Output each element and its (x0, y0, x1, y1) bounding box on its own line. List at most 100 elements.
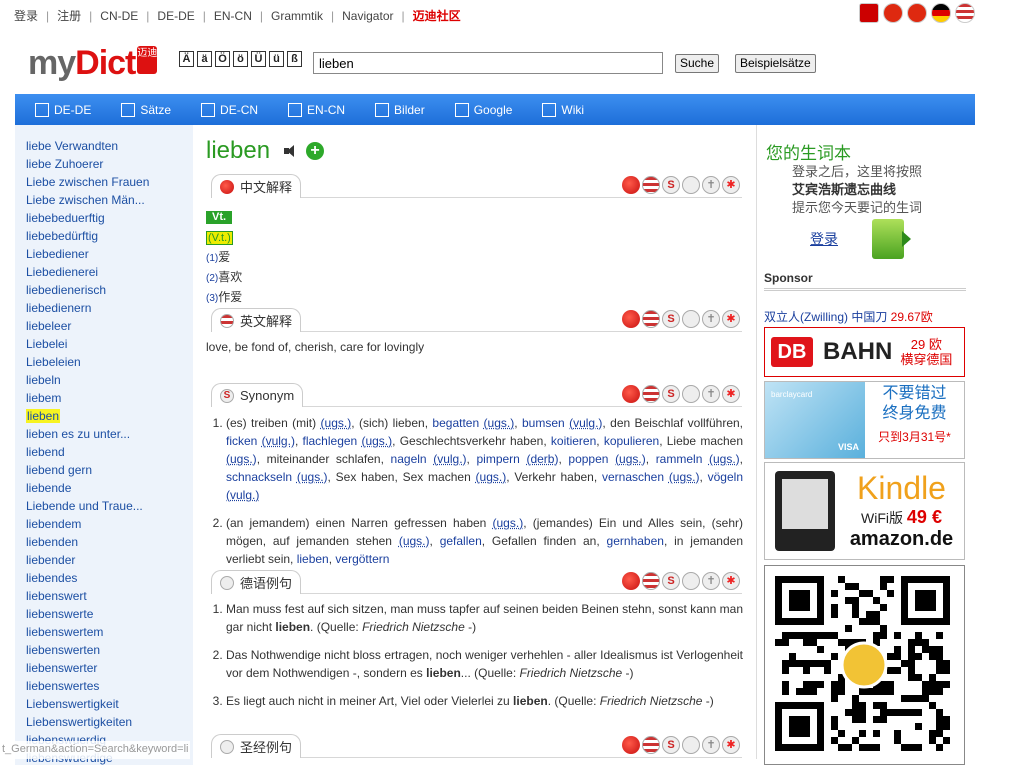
synonym-icon[interactable]: S (662, 310, 680, 328)
sidebar-word-link[interactable]: liebedienerisch (26, 281, 193, 299)
umlaut-button[interactable]: ö (233, 51, 248, 67)
synonym-link[interactable]: kopulieren (604, 434, 659, 448)
bible-icon[interactable]: ✝ (702, 385, 720, 403)
nav-item-bilder[interactable]: Bilder (375, 102, 425, 117)
synonym-link[interactable]: vergöttern (335, 552, 389, 566)
synonym-link[interactable]: gefallen (440, 534, 482, 548)
nav-item-en-cn[interactable]: EN-CN (288, 102, 345, 117)
usage-label-link[interactable]: (derb) (526, 452, 558, 466)
chinese-flag-icon[interactable] (622, 572, 640, 590)
top-nav-link[interactable]: DE-DE (157, 9, 194, 23)
synonym-link[interactable]: ficken (226, 434, 257, 448)
site-logo[interactable]: my Dict 迈迪 (28, 40, 158, 80)
star-icon[interactable]: ✱ (722, 385, 740, 403)
speaker-icon[interactable] (284, 144, 296, 158)
sidebar-word-link[interactable]: Liebediener (26, 245, 193, 263)
sidebar-word-link[interactable]: Liebende und Traue... (26, 497, 193, 515)
search-button[interactable]: Suche (675, 54, 720, 73)
sidebar-word-link[interactable]: liebend gern (26, 461, 193, 479)
sidebar-word-link[interactable]: liebeln (26, 371, 193, 389)
sidebar-word-link[interactable]: Liebenswertigkeiten (26, 713, 193, 731)
sidebar-word-link[interactable]: liebendem (26, 515, 193, 533)
sidebar-word-link[interactable]: Liebenswertigkeit (26, 695, 193, 713)
vocab-login-link[interactable]: 登录 (810, 229, 838, 249)
synonym-icon[interactable]: S (662, 736, 680, 754)
link-icon[interactable] (682, 310, 700, 328)
umlaut-button[interactable]: Ä (179, 51, 194, 67)
sidebar-word-link[interactable]: liebenswerte (26, 605, 193, 623)
sidebar-word-link[interactable]: liebender (26, 551, 193, 569)
usage-label-link[interactable]: (ugs.) (226, 452, 257, 466)
sidebar-word-link[interactable]: liebem (26, 389, 193, 407)
sidebar-word-link[interactable]: liebedienern (26, 299, 193, 317)
synonym-link[interactable]: nageln (391, 452, 427, 466)
sidebar-word-link[interactable]: liebeleer (26, 317, 193, 335)
usage-label-link[interactable]: (ugs.) (476, 470, 507, 484)
sidebar-word-link[interactable]: Liebe zwischen Frauen (26, 173, 193, 191)
usage-label-link[interactable]: (vulg.) (569, 416, 602, 430)
synonym-link[interactable]: poppen (568, 452, 608, 466)
sidebar-word-link[interactable]: liebe Verwandten (26, 137, 193, 155)
top-nav-link[interactable]: Navigator (342, 9, 393, 23)
synonym-link[interactable]: gernhaben (607, 534, 664, 548)
synonym-link[interactable]: vögeln (708, 470, 743, 484)
sidebar-word-link[interactable]: liebenswert (26, 587, 193, 605)
english-flag-icon[interactable] (642, 736, 660, 754)
star-icon[interactable]: ✱ (722, 310, 740, 328)
chinese-flag-icon[interactable] (622, 310, 640, 328)
nav-item-de-de[interactable]: DE-DE (35, 102, 91, 117)
sidebar-word-link[interactable]: liebendes (26, 569, 193, 587)
usage-label-link[interactable]: (ugs.) (615, 452, 646, 466)
sidebar-word-link[interactable]: lieben es zu unter... (26, 425, 193, 443)
synonym-link[interactable]: begatten (432, 416, 479, 430)
sidebar-word-link[interactable]: lieben (26, 407, 193, 425)
usage-label-link[interactable]: (ugs.) (361, 434, 392, 448)
bible-icon[interactable]: ✝ (702, 310, 720, 328)
usage-label-link[interactable]: (vulg.) (226, 488, 259, 502)
synonym-link[interactable]: pimpern (476, 452, 519, 466)
star-icon[interactable]: ✱ (722, 176, 740, 194)
usa-flag-icon[interactable] (955, 3, 975, 23)
nav-item-google[interactable]: Google (454, 102, 512, 117)
sidebar-word-link[interactable]: liebenswertem (26, 623, 193, 641)
link-icon[interactable] (682, 736, 700, 754)
barclaycard-ad[interactable]: barclaycard VISA 不要错过 终身免费 只到3月31号* (764, 381, 965, 459)
sidebar-word-link[interactable]: liebenswertes (26, 677, 193, 695)
synonym-icon[interactable]: S (662, 176, 680, 194)
hongkong-flag-icon[interactable] (907, 3, 927, 23)
usage-label-link[interactable]: (vulg.) (433, 452, 466, 466)
db-bahn-ad[interactable]: DB BAHN 29 欧横穿德国 (764, 327, 965, 377)
nav-item-de-cn[interactable]: DE-CN (201, 102, 258, 117)
germany-flag-icon[interactable] (931, 3, 951, 23)
bible-icon[interactable]: ✝ (702, 572, 720, 590)
chinese-flag-icon[interactable] (622, 736, 640, 754)
top-nav-link[interactable]: 注册 (57, 7, 81, 24)
top-nav-link[interactable]: 迈迪社区 (413, 7, 461, 24)
synonym-link[interactable]: rammeln (656, 452, 703, 466)
bible-icon[interactable]: ✝ (702, 176, 720, 194)
chinese-flag-icon[interactable] (622, 176, 640, 194)
umlaut-button[interactable]: Ü (251, 51, 266, 67)
usage-label-link[interactable]: (ugs.) (669, 470, 700, 484)
top-nav-link[interactable]: EN-CN (214, 9, 252, 23)
sidebar-word-link[interactable]: Liebe zwischen Män... (26, 191, 193, 209)
link-icon[interactable] (682, 572, 700, 590)
synonym-link[interactable]: koitieren (551, 434, 596, 448)
sidebar-word-link[interactable]: Liebedienerei (26, 263, 193, 281)
english-flag-icon[interactable] (642, 572, 660, 590)
search-input[interactable] (313, 52, 663, 74)
umlaut-button[interactable]: ü (269, 51, 284, 67)
umlaut-button[interactable]: ß (287, 51, 302, 67)
sidebar-word-link[interactable]: Liebelei (26, 335, 193, 353)
bible-icon[interactable]: ✝ (702, 736, 720, 754)
sidebar-word-link[interactable]: liebebeduerftig (26, 209, 193, 227)
sidebar-word-link[interactable]: liebebedürftig (26, 227, 193, 245)
china-flag-icon[interactable] (883, 3, 903, 23)
usage-label-link[interactable]: (ugs.) (399, 534, 430, 548)
sidebar-word-link[interactable]: Liebeleien (26, 353, 193, 371)
usage-label-link[interactable]: (ugs.) (709, 452, 740, 466)
top-nav-link[interactable]: CN-DE (100, 9, 138, 23)
usage-label-link[interactable]: (ugs.) (297, 470, 328, 484)
synonym-icon[interactable]: S (662, 385, 680, 403)
top-nav-link[interactable]: Grammtik (271, 9, 323, 23)
